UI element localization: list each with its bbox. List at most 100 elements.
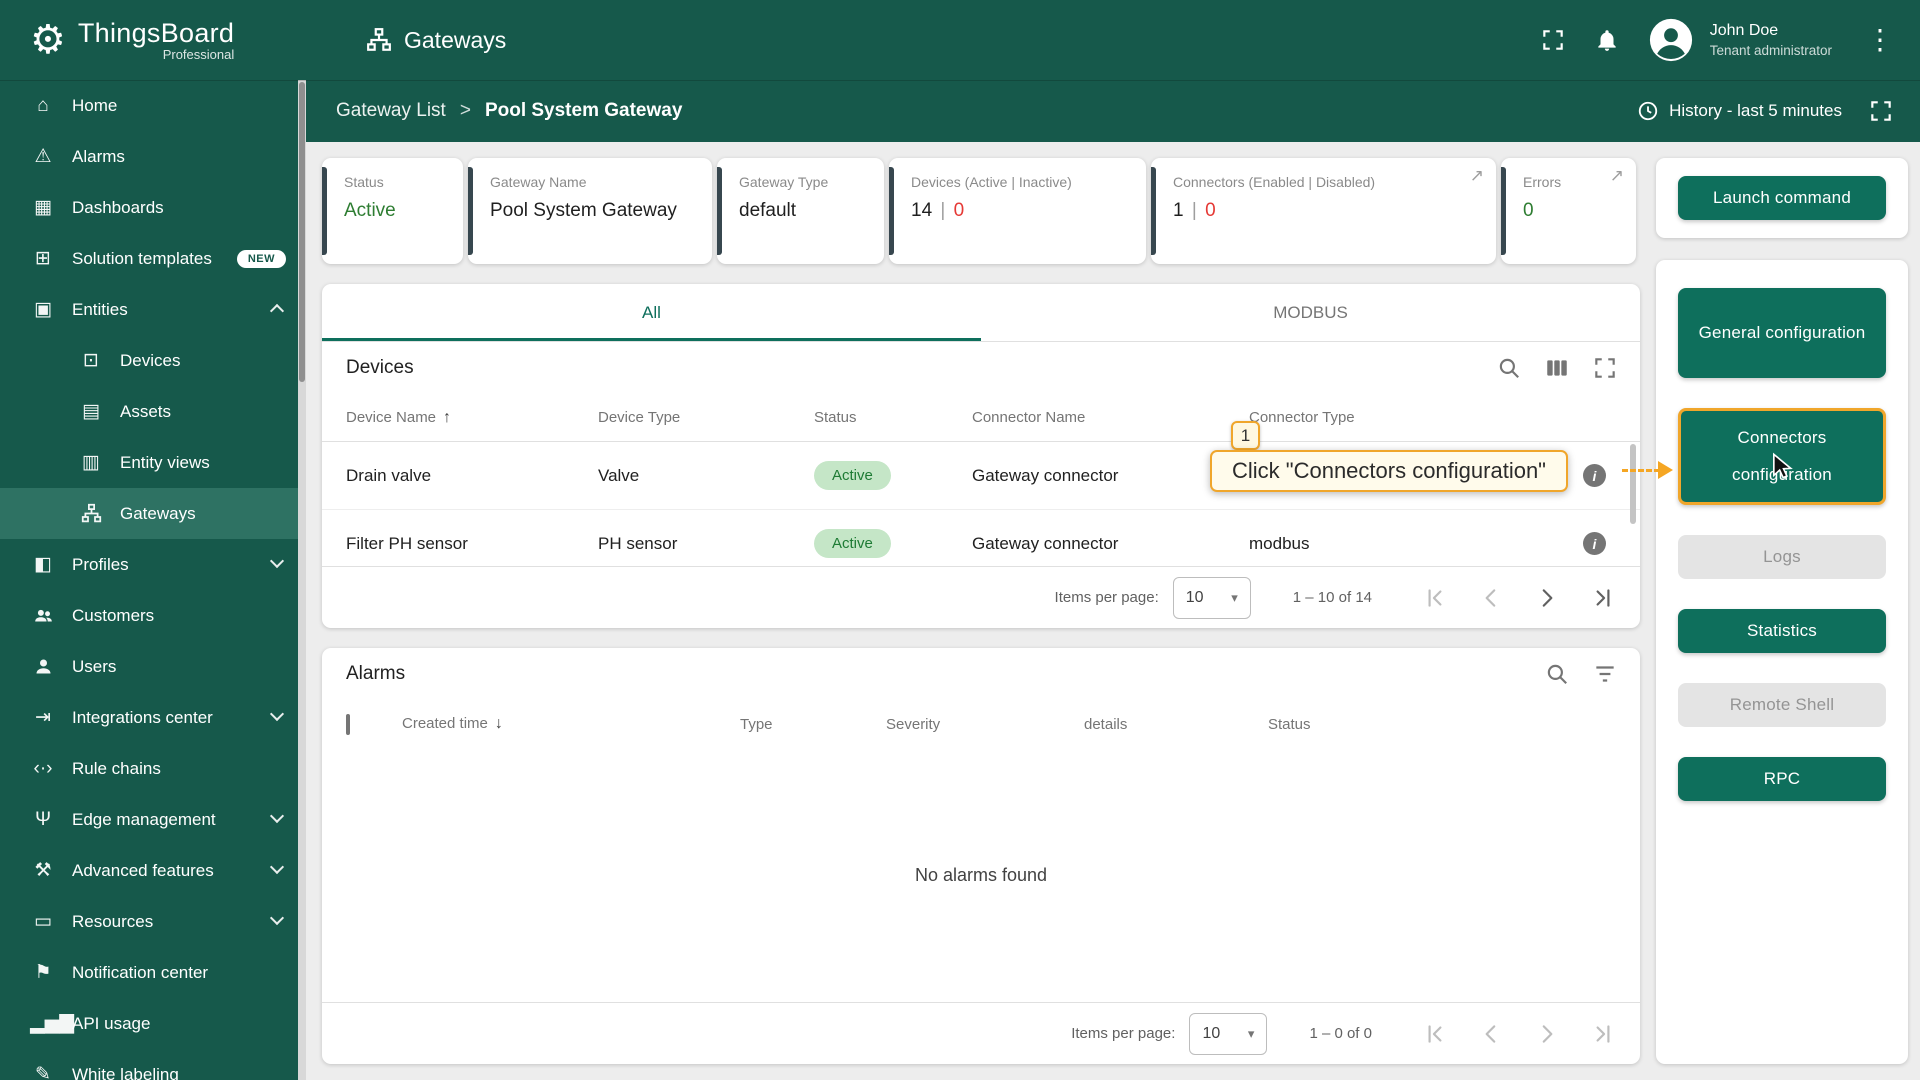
sidebar-item-entities[interactable]: ▣ Entities: [0, 284, 306, 335]
sidebar-item-api-usage[interactable]: ▂▅▇ API usage: [0, 998, 306, 1049]
select-all-checkbox[interactable]: [346, 713, 350, 735]
chevron-up-icon: [269, 303, 285, 319]
clock-icon: [1638, 101, 1658, 121]
sidebar-item-dashboards[interactable]: ▦ Dashboards: [0, 182, 306, 233]
user-avatar[interactable]: [1648, 17, 1694, 63]
search-icon[interactable]: [1544, 661, 1570, 687]
notifications-bell-icon[interactable]: [1594, 27, 1620, 53]
profiles-icon: ◧: [34, 554, 52, 575]
sidebar-item-devices[interactable]: ⊡ Devices: [0, 335, 306, 386]
last-page-button[interactable]: [1582, 577, 1624, 619]
templates-icon: ⊞: [35, 248, 51, 269]
kpi-status: Status Active: [322, 158, 463, 264]
sidebar-item-edge-management[interactable]: Ψ Edge management: [0, 794, 306, 845]
sort-desc-icon[interactable]: ↓: [495, 715, 503, 732]
info-icon[interactable]: i: [1583, 532, 1606, 555]
columns-icon[interactable]: [1544, 355, 1570, 381]
info-icon[interactable]: i: [1583, 464, 1606, 487]
more-options-kebab-icon[interactable]: ⋮: [1866, 26, 1894, 54]
sidebar-item-users[interactable]: Users: [0, 641, 306, 692]
rpc-button[interactable]: RPC: [1678, 756, 1886, 801]
history-range-button[interactable]: History - last 5 minutes: [1637, 100, 1842, 122]
sidebar-item-integrations-center[interactable]: ⇥ Integrations center: [0, 692, 306, 743]
tab-all[interactable]: All: [322, 284, 981, 341]
launch-command-card: Launch command: [1656, 158, 1908, 238]
home-icon: ⌂: [37, 94, 49, 116]
chevron-down-icon: [269, 706, 285, 722]
pagination-range: 1 – 10 of 14: [1292, 589, 1372, 606]
sidebar-item-home[interactable]: ⌂ Home: [0, 80, 306, 131]
gateways-icon: [78, 503, 104, 525]
topbar: ⚙ ThingsBoard Professional Gateways John…: [0, 0, 1920, 80]
dashboard-fullscreen-icon[interactable]: [1868, 98, 1894, 124]
sidebar-item-solution-templates[interactable]: ⊞ Solution templates NEW: [0, 233, 306, 284]
devices-icon: ⊡: [83, 350, 99, 371]
alarms-empty-message: No alarms found: [914, 864, 1048, 885]
user-person-icon: [30, 656, 56, 678]
devices-pagination: Items per page: 10 ▾ 1 – 10 of 14: [322, 566, 1640, 628]
tools-icon: ⚒: [34, 860, 52, 881]
sidebar-item-notification-center[interactable]: ⚑ Notification center: [0, 947, 306, 998]
new-badge: NEW: [236, 249, 286, 268]
thingsboard-logo-icon: ⚙: [30, 18, 66, 62]
remote-shell-button: Remote Shell: [1678, 682, 1886, 727]
sort-asc-icon[interactable]: ↑: [443, 409, 451, 426]
sidebar-scrollbar-thumb[interactable]: [299, 82, 305, 382]
user-name: John Doe: [1709, 21, 1779, 39]
customers-people-icon: [30, 605, 56, 627]
chart-icon: ▂▅▇: [30, 1013, 74, 1034]
status-badge: Active: [814, 461, 891, 490]
sidebar-item-assets[interactable]: ▤ Assets: [0, 386, 306, 437]
page-size-select[interactable]: 10 ▾: [1172, 576, 1251, 619]
sidebar-item-white-labeling[interactable]: ✎ White labeling: [0, 1049, 306, 1080]
alarms-table-header: Created time ↓ Type Severity details Stat…: [322, 700, 1640, 748]
table-row[interactable]: Filter PH sensor PH sensor Active Gatewa…: [322, 510, 1640, 566]
breadcrumb-current: Pool System Gateway: [484, 100, 683, 121]
general-configuration-button[interactable]: General configuration: [1678, 288, 1886, 378]
sidebar-item-entity-views[interactable]: ▥ Entity views: [0, 437, 306, 488]
alarms-header: Alarms: [322, 648, 1640, 700]
sidebar-item-gateways[interactable]: Gateways: [0, 488, 306, 539]
page-title: Gateways: [404, 26, 507, 53]
sidebar-item-customers[interactable]: Customers: [0, 590, 306, 641]
statistics-button[interactable]: Statistics: [1678, 608, 1886, 653]
tab-modbus[interactable]: MODBUS: [981, 284, 1640, 341]
breadcrumb-parent[interactable]: Gateway List: [336, 100, 446, 122]
kpi-accent-bar: [1151, 167, 1156, 255]
folder-icon: ▭: [34, 911, 52, 932]
expand-fullscreen-icon[interactable]: [1592, 355, 1618, 381]
sidebar-item-alarms[interactable]: ⚠ Alarms: [0, 131, 306, 182]
launch-command-button[interactable]: Launch command: [1678, 176, 1886, 220]
open-link-arrow-icon[interactable]: ↗: [1610, 166, 1624, 186]
next-page-button[interactable]: [1526, 577, 1568, 619]
entities-icon: ▣: [34, 299, 52, 320]
user-role: Tenant administrator: [1709, 42, 1832, 58]
filter-icon[interactable]: [1592, 661, 1618, 687]
sidebar-scrollbar[interactable]: [298, 80, 306, 1080]
fullscreen-icon[interactable]: [1540, 27, 1566, 53]
logs-button: Logs: [1678, 534, 1886, 579]
tutorial-tooltip: Click "Connectors configuration": [1210, 450, 1568, 492]
page-size-select[interactable]: 10 ▾: [1189, 1012, 1268, 1055]
sidebar: ⌂ Home ⚠ Alarms ▦ Dashboards ⊞ Solution …: [0, 80, 306, 1080]
dashboards-grid-icon: ▦: [34, 197, 52, 218]
brand-subtitle: Professional: [162, 47, 235, 62]
sidebar-item-rule-chains[interactable]: ‹·› Rule chains: [0, 743, 306, 794]
chevron-down-icon: [269, 553, 285, 569]
kpi-connectors: Connectors (Enabled | Disabled) 1 | 0 ↗: [1151, 158, 1496, 264]
previous-page-button: [1470, 1013, 1512, 1055]
integrations-icon: ⇥: [35, 707, 51, 728]
open-link-arrow-icon[interactable]: ↗: [1470, 166, 1484, 186]
rule-chains-icon: ‹·›: [33, 757, 53, 779]
breadcrumb-bar: Gateway List > Pool System Gateway Histo…: [306, 80, 1920, 142]
last-page-button: [1582, 1013, 1624, 1055]
content-column: Gateway List > Pool System Gateway Histo…: [306, 80, 1920, 1080]
warning-icon: ⚠: [34, 146, 52, 167]
sidebar-item-resources[interactable]: ▭ Resources: [0, 896, 306, 947]
pagination-range: 1 – 0 of 0: [1309, 1025, 1372, 1042]
table-scrollbar-thumb[interactable]: [1630, 444, 1636, 524]
page-title-wrap: Gateways: [366, 27, 506, 54]
sidebar-item-profiles[interactable]: ◧ Profiles: [0, 539, 306, 590]
sidebar-item-advanced-features[interactable]: ⚒ Advanced features: [0, 845, 306, 896]
search-icon[interactable]: [1496, 355, 1522, 381]
